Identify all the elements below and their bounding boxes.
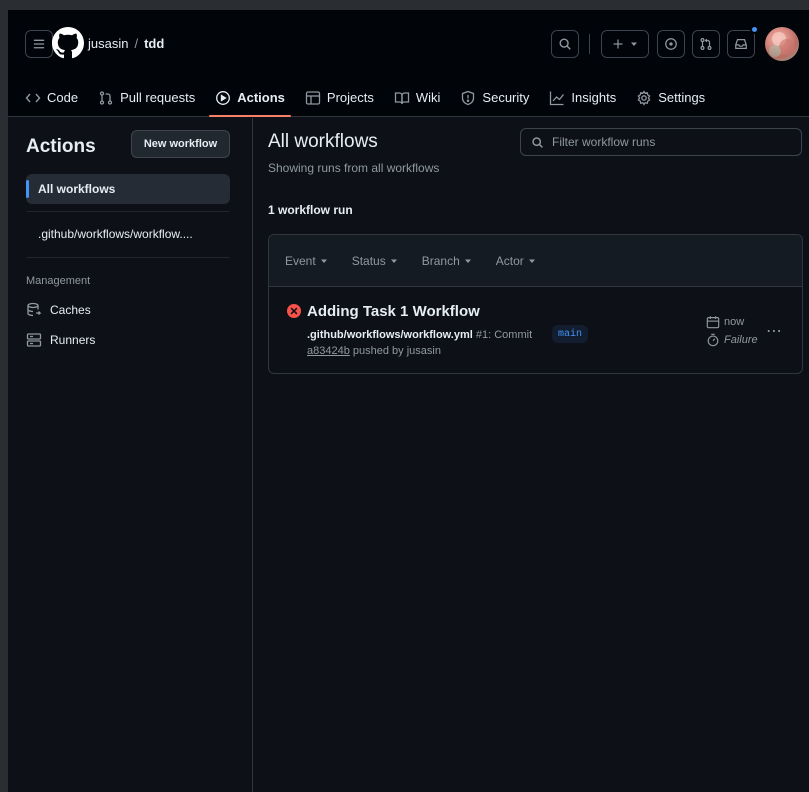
issue-opened-icon — [665, 38, 677, 50]
page-subtitle: Showing runs from all workflows — [268, 161, 440, 175]
pull-requests-button[interactable] — [692, 30, 720, 58]
tab-label: Code — [47, 90, 79, 105]
github-logo-icon[interactable] — [52, 27, 84, 59]
tab-actions[interactable]: Actions — [209, 78, 291, 117]
tab-label: Actions — [237, 90, 285, 105]
caret-down-icon — [464, 259, 471, 263]
graph-icon — [550, 91, 565, 105]
filter-runs-input[interactable] — [552, 135, 772, 149]
topbar-divider — [589, 34, 590, 54]
sidebar-link-label: Runners — [50, 333, 96, 347]
caret-down-icon — [631, 42, 637, 46]
management-heading: Management — [26, 275, 91, 287]
table-icon — [305, 90, 321, 105]
tab-projects[interactable]: Projects — [305, 78, 374, 117]
issues-button[interactable] — [657, 30, 685, 58]
run-workflow-file[interactable]: .github/workflows/workflow.yml — [307, 329, 473, 341]
sidebar-link-label: Caches — [50, 303, 91, 317]
tab-label: Settings — [658, 90, 706, 105]
workflow-run-row[interactable]: Adding Task 1 Workflow .github/workflows… — [269, 287, 802, 373]
branch-badge[interactable]: main — [552, 325, 589, 343]
run-meta: .github/workflows/workflow.yml #1: Commi… — [307, 327, 532, 359]
tab-label: Pull requests — [120, 90, 196, 105]
hamburger-icon — [33, 39, 45, 49]
sidebar-item-caches[interactable]: Caches — [26, 302, 91, 318]
search-icon — [532, 136, 543, 148]
page-title: All workflows — [268, 131, 378, 152]
user-avatar[interactable] — [765, 27, 799, 61]
breadcrumb-separator: / — [134, 36, 139, 51]
search-icon — [559, 38, 571, 50]
filter-label: Event — [285, 253, 316, 268]
menu-button[interactable] — [25, 30, 53, 58]
repo-header: jusasin / tdd Code Pull requests Actions… — [8, 10, 809, 117]
sidebar-divider — [26, 211, 230, 212]
repo-link[interactable]: tdd — [144, 36, 164, 51]
create-new-button[interactable] — [601, 30, 649, 58]
breadcrumb: jusasin / tdd — [88, 36, 164, 51]
run-pushed-by: pushed by jusasin — [352, 345, 441, 357]
server-icon — [26, 333, 42, 347]
plus-icon — [613, 39, 623, 49]
book-icon — [394, 91, 410, 104]
tab-label: Insights — [571, 90, 617, 105]
tab-code[interactable]: Code — [25, 78, 78, 117]
actions-sidebar: Actions New workflow All workflows .gith… — [8, 118, 253, 792]
filter-label: Actor — [495, 253, 524, 268]
caret-down-icon — [390, 259, 397, 263]
sidebar-item-all-workflows[interactable]: All workflows — [26, 174, 230, 204]
caret-down-icon — [320, 259, 327, 263]
search-button[interactable] — [551, 30, 579, 58]
cache-icon — [27, 302, 42, 317]
run-status: Failure — [706, 333, 758, 347]
global-topbar: jusasin / tdd — [8, 10, 809, 78]
calendar-icon — [706, 316, 720, 329]
code-icon — [25, 93, 41, 102]
sidebar-item-workflow-file[interactable]: .github/workflows/workflow.... — [26, 219, 230, 249]
workflow-runs-list: Event Status Branch Actor Adding Task 1 … — [268, 234, 803, 374]
tab-insights[interactable]: Insights — [549, 78, 616, 117]
pull-request-icon — [700, 38, 712, 50]
owner-link[interactable]: jusasin — [88, 36, 128, 51]
tab-security[interactable]: Security — [460, 78, 529, 117]
avatar-image-icon — [769, 32, 795, 57]
run-title-link[interactable]: Adding Task 1 Workflow — [307, 303, 480, 320]
caret-down-icon — [528, 259, 535, 263]
tab-label: Wiki — [415, 90, 441, 105]
tab-pull-requests[interactable]: Pull requests — [98, 78, 195, 117]
branch-filter-button[interactable]: Branch — [422, 254, 472, 268]
new-workflow-button[interactable]: New workflow — [131, 130, 230, 158]
tab-settings[interactable]: Settings — [636, 78, 705, 117]
status-filter-button[interactable]: Status — [352, 254, 398, 268]
tab-wiki[interactable]: Wiki — [394, 78, 441, 117]
filter-label: Branch — [421, 253, 460, 268]
run-time: now — [706, 315, 744, 329]
tab-label: Projects — [326, 90, 374, 105]
sidebar-divider — [26, 257, 230, 258]
run-status-label: Failure — [724, 334, 758, 346]
gear-icon — [637, 89, 651, 106]
sidebar-item-runners[interactable]: Runners — [26, 332, 95, 348]
run-time-label: now — [724, 316, 745, 328]
tab-label: Security — [482, 90, 530, 105]
filter-runs-field[interactable] — [520, 128, 802, 156]
commit-sha-link[interactable]: a83424b — [307, 345, 350, 357]
inbox-button[interactable] — [727, 30, 755, 58]
kebab-horizontal-icon[interactable]: ⋯ — [766, 321, 783, 341]
filter-label: Status — [351, 253, 386, 268]
pull-request-icon — [99, 90, 113, 105]
notification-dot — [750, 25, 759, 34]
x-circle-fill-icon — [287, 304, 301, 318]
stopwatch-icon — [707, 333, 719, 347]
event-filter-button[interactable]: Event — [285, 254, 328, 268]
shield-icon — [462, 90, 475, 105]
sidebar-title: Actions — [26, 136, 96, 157]
workflow-run-count: 1 workflow run — [268, 203, 353, 217]
actor-filter-button[interactable]: Actor — [496, 254, 536, 268]
repo-tabs: Code Pull requests Actions Projects Wiki… — [8, 78, 809, 117]
play-icon — [216, 90, 231, 105]
runs-filter-bar: Event Status Branch Actor — [269, 235, 802, 287]
inbox-icon — [735, 39, 747, 49]
run-number: #1: Commit — [475, 329, 533, 341]
